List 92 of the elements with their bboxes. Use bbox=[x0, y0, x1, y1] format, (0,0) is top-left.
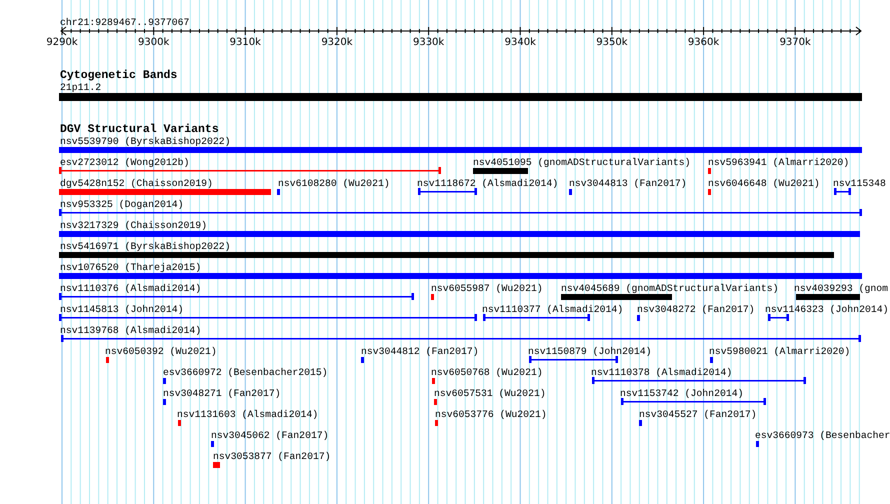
feature-label[interactable]: dgv5428n152 (Chaisson2019) bbox=[60, 178, 213, 189]
feature-label[interactable]: nsv1131603 (Alsmadi2014) bbox=[177, 409, 318, 420]
feature-label[interactable]: nsv6050392 (Wu2021) bbox=[105, 346, 217, 357]
feature-label[interactable]: nsv3217329 (Chaisson2019) bbox=[60, 220, 207, 231]
feature-mark[interactable] bbox=[756, 441, 759, 447]
feature-label[interactable]: nsv3048271 (Fan2017) bbox=[163, 388, 281, 399]
feature-label[interactable]: nsv3044812 (Fan2017) bbox=[361, 346, 479, 357]
feature-label[interactable]: 21p11.2 bbox=[60, 82, 102, 93]
feature-label[interactable]: nsv4039293 (gnom bbox=[794, 283, 888, 294]
feature-span[interactable] bbox=[529, 356, 618, 363]
feature-label[interactable]: nsv6057531 (Wu2021) bbox=[434, 388, 546, 399]
feature-span[interactable] bbox=[483, 314, 590, 321]
feature-span[interactable] bbox=[834, 188, 851, 195]
feature-label[interactable]: esv3660972 (Besenbacher2015) bbox=[163, 367, 328, 378]
track-title: Cytogenetic Bands bbox=[60, 69, 178, 82]
feature-mark[interactable] bbox=[163, 399, 166, 405]
feature-label[interactable]: nsv4051095 (gnomADStructuralVariants) bbox=[473, 157, 691, 168]
feature-label[interactable]: nsv5539790 (ByrskaBishop2022) bbox=[60, 136, 230, 147]
feature-mark[interactable] bbox=[361, 357, 364, 363]
feature-mark[interactable] bbox=[710, 357, 713, 363]
ruler-label: 9370k bbox=[780, 37, 811, 48]
feature-label[interactable]: nsv1139768 (Alsmadi2014) bbox=[60, 325, 202, 336]
feature-span[interactable] bbox=[768, 314, 789, 321]
feature-label[interactable]: nsv5963941 (Almarri2020) bbox=[708, 157, 850, 168]
ruler-label: 9360k bbox=[688, 37, 720, 48]
ruler-label: 9340k bbox=[504, 37, 536, 48]
feature-bar[interactable] bbox=[473, 168, 528, 174]
feature-label[interactable]: nsv5416971 (ByrskaBishop2022) bbox=[60, 241, 230, 252]
feature-span[interactable] bbox=[59, 314, 477, 321]
feature-bar[interactable] bbox=[59, 147, 862, 153]
feature-bar[interactable] bbox=[213, 462, 220, 468]
feature-label[interactable]: nsv1118672 (Alsmadi2014) bbox=[417, 178, 558, 189]
feature-bar[interactable] bbox=[59, 273, 862, 279]
feature-label[interactable]: nsv6050768 (Wu2021) bbox=[431, 367, 543, 378]
feature-bar[interactable] bbox=[561, 294, 672, 300]
feature-label[interactable]: nsv3045062 (Fan2017) bbox=[211, 430, 329, 441]
feature-label[interactable]: nsv1150879 (John2014) bbox=[528, 346, 652, 357]
feature-label[interactable]: nsv953325 (Dogan2014) bbox=[60, 199, 184, 210]
feature-span[interactable] bbox=[621, 398, 766, 405]
feature-mark[interactable] bbox=[639, 420, 642, 426]
feature-mark[interactable] bbox=[435, 420, 438, 426]
track-title: DGV Structural Variants bbox=[60, 123, 219, 136]
feature-mark[interactable] bbox=[708, 168, 711, 174]
feature-mark[interactable] bbox=[277, 189, 280, 195]
ruler-label: 9310k bbox=[230, 37, 261, 48]
feature-span[interactable] bbox=[418, 188, 477, 195]
feature-label[interactable]: nsv6053776 (Wu2021) bbox=[435, 409, 547, 420]
feature-label[interactable]: nsv3053877 (Fan2017) bbox=[213, 451, 331, 462]
feature-span[interactable] bbox=[59, 209, 862, 216]
feature-mark[interactable] bbox=[163, 378, 166, 384]
feature-label[interactable]: esv2723012 (Wong2012b) bbox=[60, 157, 190, 168]
feature-label[interactable]: nsv3044813 (Fan2017) bbox=[569, 178, 687, 189]
feature-label[interactable]: nsv1110376 (Alsmadi2014) bbox=[60, 283, 202, 294]
feature-mark[interactable] bbox=[432, 378, 435, 384]
feature-mark[interactable] bbox=[431, 294, 434, 300]
feature-label[interactable]: nsv4045689 (gnomADStructuralVariants) bbox=[561, 283, 779, 294]
feature-label[interactable]: nsv115348 bbox=[833, 178, 886, 189]
feature-span[interactable] bbox=[61, 335, 861, 342]
feature-bar[interactable] bbox=[59, 189, 271, 195]
feature-label[interactable]: nsv6055987 (Wu2021) bbox=[431, 283, 543, 294]
feature-mark[interactable] bbox=[637, 315, 640, 321]
feature-label[interactable]: nsv3045527 (Fan2017) bbox=[639, 409, 757, 420]
feature-bar[interactable] bbox=[59, 252, 834, 258]
feature-mark[interactable] bbox=[106, 357, 109, 363]
ruler-label: 9330k bbox=[412, 37, 444, 48]
ruler-label: 9290k bbox=[46, 37, 78, 48]
feature-label[interactable]: nsv1146323 (John2014) bbox=[765, 304, 888, 315]
feature-span[interactable] bbox=[592, 377, 806, 384]
feature-label[interactable]: esv3660973 (Besenbacher bbox=[755, 430, 890, 441]
feature-label[interactable]: nsv6046648 (Wu2021) bbox=[708, 178, 820, 189]
feature-bar[interactable] bbox=[59, 93, 862, 101]
feature-mark[interactable] bbox=[178, 420, 181, 426]
ruler-label: 9320k bbox=[321, 37, 353, 48]
feature-label[interactable]: nsv1110378 (Alsmadi2014) bbox=[591, 367, 732, 378]
feature-mark[interactable] bbox=[708, 189, 711, 195]
feature-label[interactable]: nsv1153742 (John2014) bbox=[620, 388, 744, 399]
feature-label[interactable]: nsv6108280 (Wu2021) bbox=[278, 178, 390, 189]
feature-span[interactable] bbox=[59, 293, 414, 300]
feature-mark[interactable] bbox=[434, 399, 437, 405]
feature-bar[interactable] bbox=[796, 294, 860, 300]
feature-mark[interactable] bbox=[211, 441, 214, 447]
ruler-label: 9350k bbox=[596, 37, 628, 48]
feature-label[interactable]: nsv1145813 (John2014) bbox=[60, 304, 184, 315]
feature-label[interactable]: nsv3048272 (Fan2017) bbox=[637, 304, 755, 315]
feature-span[interactable] bbox=[59, 167, 441, 174]
feature-bar[interactable] bbox=[59, 231, 860, 237]
position-label: chr21:9289467..9377067 bbox=[60, 17, 190, 28]
ruler-label: 9300k bbox=[138, 37, 170, 48]
feature-label[interactable]: nsv5980021 (Almarri2020) bbox=[709, 346, 850, 357]
feature-mark[interactable] bbox=[569, 189, 572, 195]
feature-label[interactable]: nsv1076520 (Thareja2015) bbox=[60, 262, 202, 273]
feature-label[interactable]: nsv1110377 (Alsmadi2014) bbox=[482, 304, 624, 315]
